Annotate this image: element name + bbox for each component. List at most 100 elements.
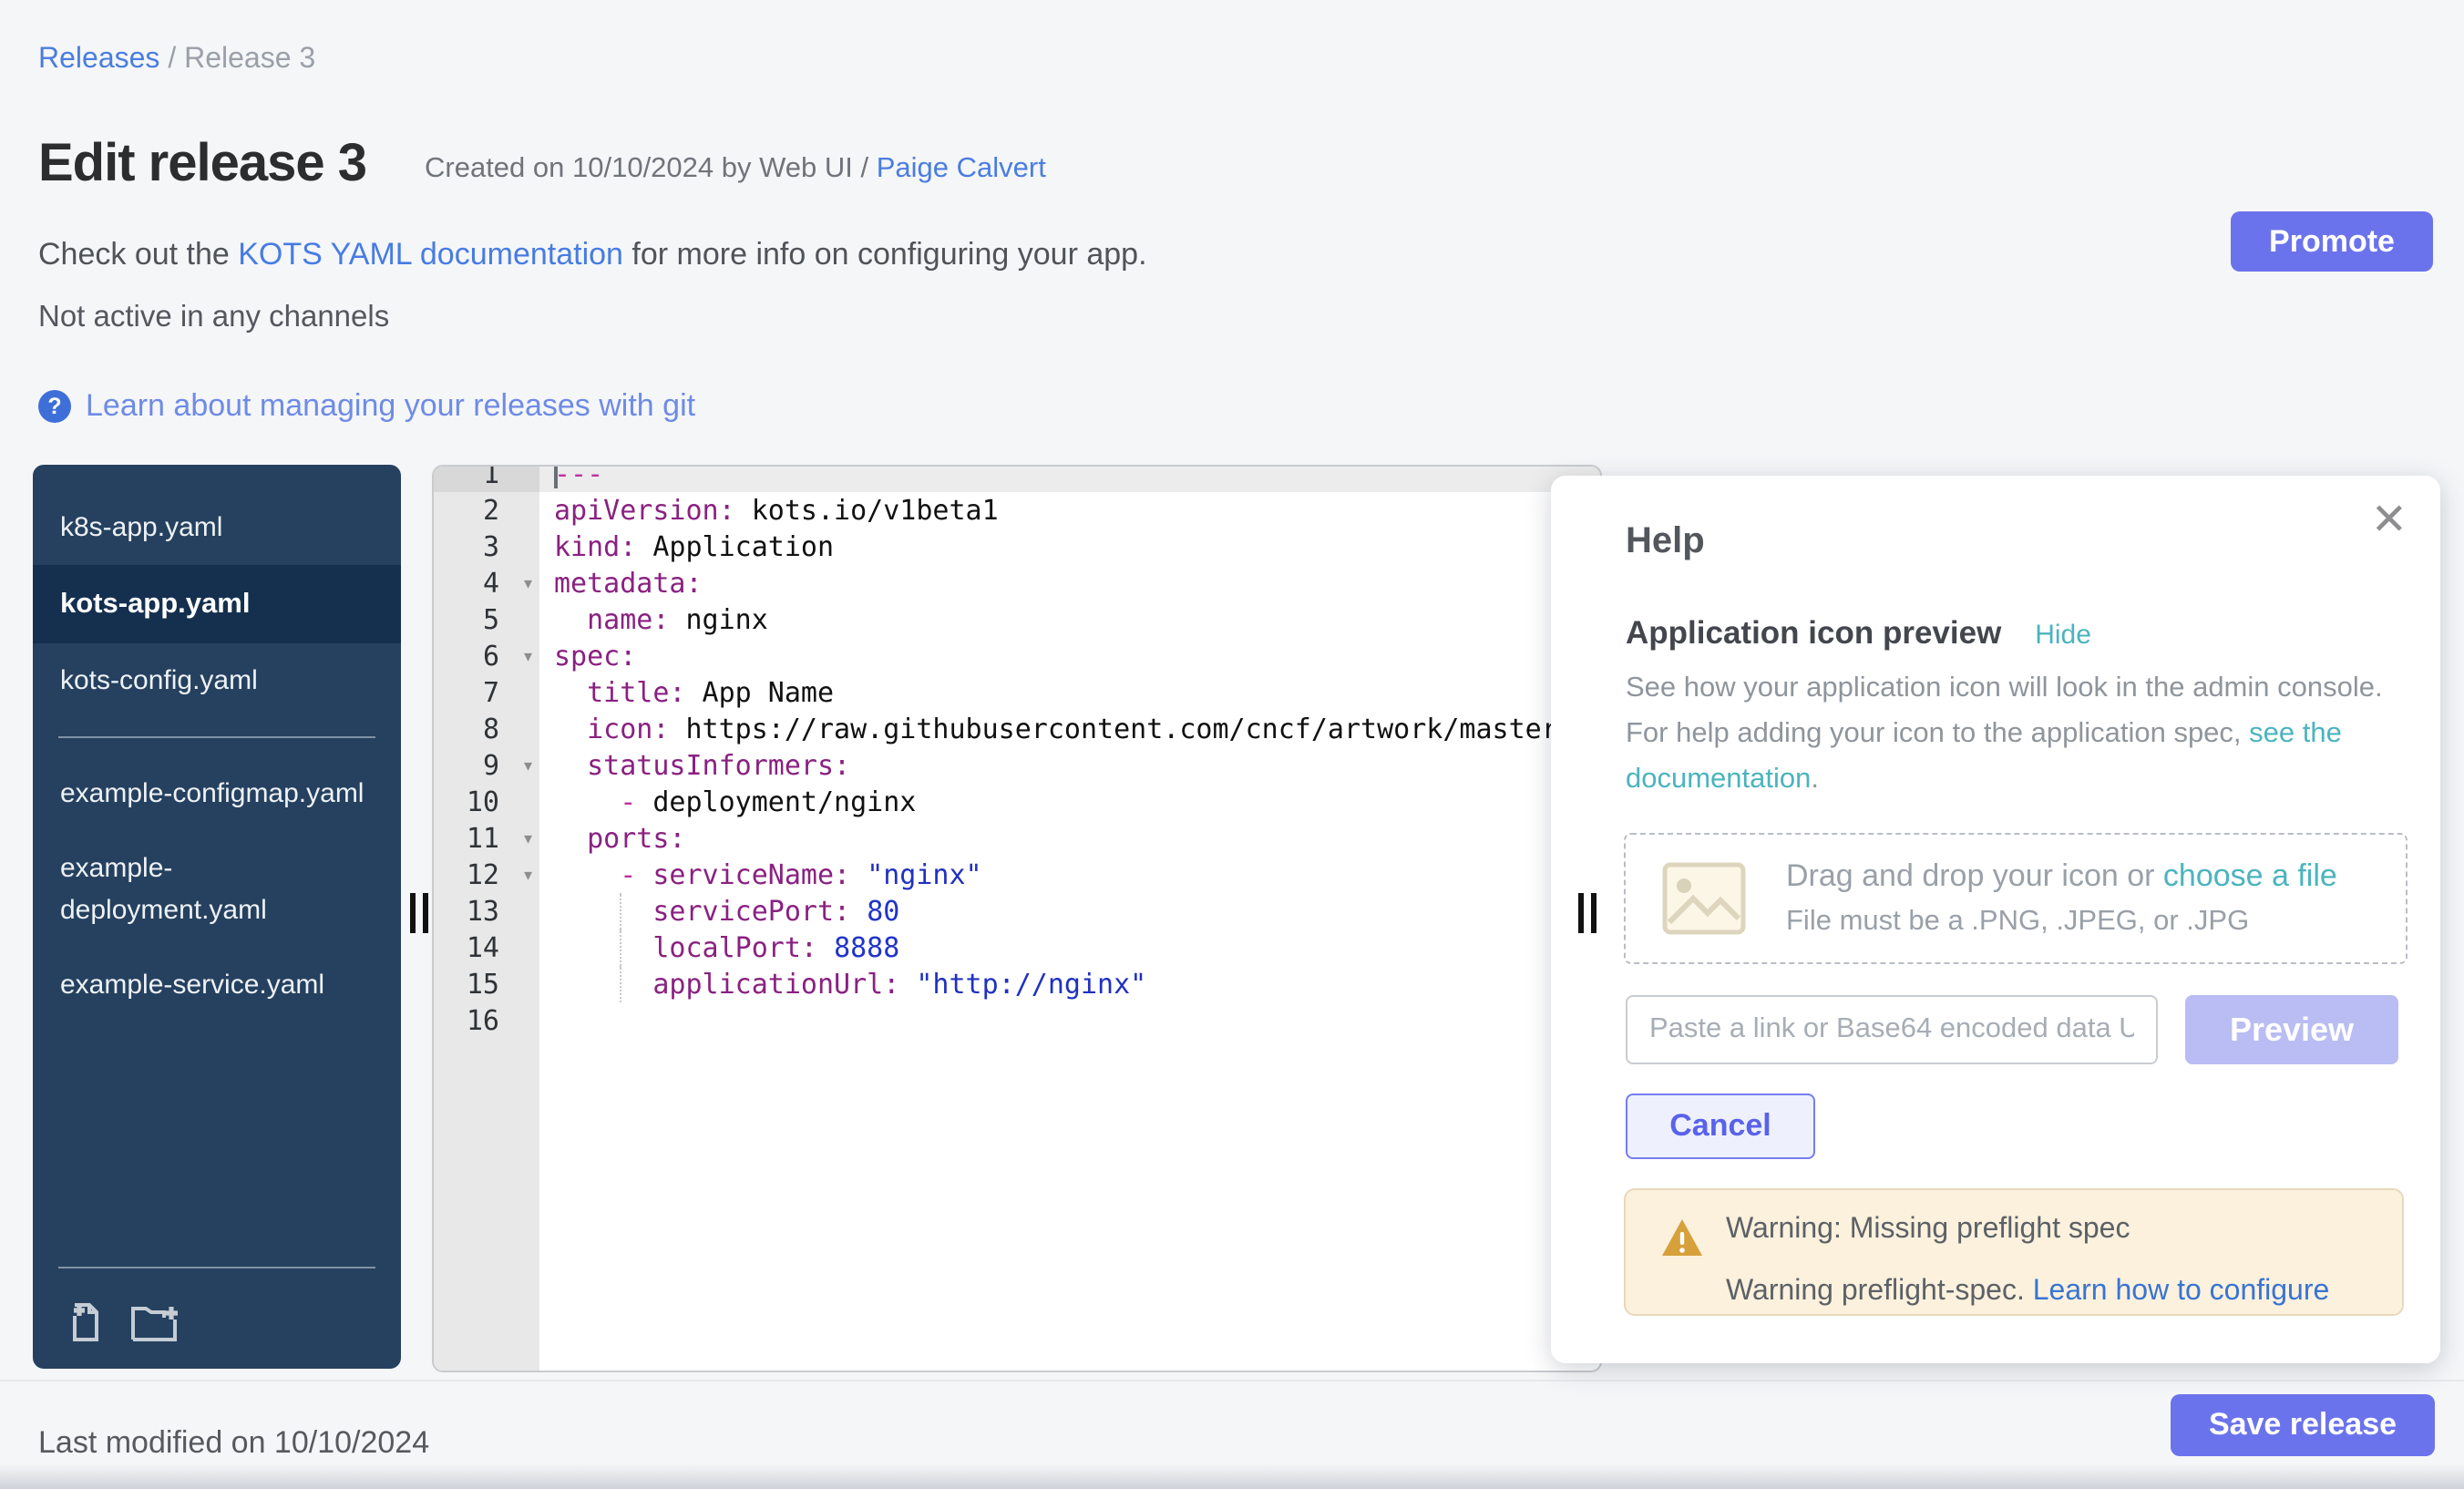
file-item[interactable]: example-deployment.yaml: [33, 831, 401, 948]
image-placeholder-icon: [1662, 862, 1746, 935]
code-line[interactable]: statusInformers:: [539, 747, 1600, 784]
description-period: .: [1811, 764, 1819, 795]
file-item[interactable]: kots-app.yaml: [33, 565, 401, 643]
file-item[interactable]: k8s-app.yaml: [33, 490, 401, 565]
fold-arrow-icon[interactable]: ▾: [524, 857, 532, 893]
git-help-row[interactable]: ? Learn about managing your releases wit…: [38, 388, 695, 425]
choose-file-link[interactable]: choose a file: [2163, 858, 2337, 893]
code-line[interactable]: localPort: 8888: [539, 929, 1600, 966]
page-title: Edit release 3: [38, 135, 366, 195]
close-icon[interactable]: ✕: [2371, 494, 2408, 545]
code-token: name:: [587, 603, 669, 636]
file-sidebar: k8s-app.yamlkots-app.yamlkots-config.yam…: [33, 465, 401, 1369]
icon-preview-section-title: Application icon preview: [1626, 614, 2001, 651]
author-link[interactable]: Paige Calvert: [877, 153, 1046, 184]
code-line[interactable]: name: nginx: [539, 601, 1600, 638]
code-token: -: [620, 786, 652, 818]
code-token: [554, 713, 587, 745]
code-token: title:: [587, 676, 685, 709]
save-release-button[interactable]: Save release: [2171, 1394, 2435, 1456]
code-token: [554, 858, 620, 891]
preview-button[interactable]: Preview: [2185, 995, 2398, 1064]
code-line[interactable]: apiVersion: kots.io/v1beta1: [539, 492, 1600, 529]
yaml-editor[interactable]: 1234▾56▾789▾1011▾12▾13141516 ---apiVersi…: [432, 465, 1602, 1372]
code-line[interactable]: ---: [539, 465, 1600, 492]
icon-preview-description: See how your application icon will look …: [1626, 665, 2417, 802]
code-token: statusInformers:: [587, 749, 850, 782]
breadcrumb-releases-link[interactable]: Releases: [38, 44, 159, 75]
gutter-line-number: 16: [434, 1002, 539, 1039]
code-line[interactable]: ports:: [539, 820, 1600, 857]
hide-link[interactable]: Hide: [2035, 620, 2091, 651]
gutter-line-number: 3: [434, 529, 539, 565]
gutter-line-number: 10: [434, 784, 539, 820]
fold-arrow-icon[interactable]: ▾: [524, 820, 532, 857]
code-line[interactable]: - deployment/nginx: [539, 784, 1600, 820]
code-token: ---: [554, 465, 603, 490]
code-token: 80: [867, 895, 899, 928]
code-token: kind:: [554, 530, 636, 563]
code-line[interactable]: kind: Application: [539, 529, 1600, 565]
help-panel-title: Help: [1626, 521, 1705, 563]
dropzone-text: Drag and drop your icon or choose a file: [1786, 858, 2337, 895]
indent-guide: [620, 893, 621, 929]
gutter-line-number: 2: [434, 492, 539, 529]
question-mark-icon: ?: [38, 390, 71, 423]
code-token: serviceName:: [652, 858, 850, 891]
code-line[interactable]: applicationUrl: "http://nginx": [539, 966, 1600, 1002]
add-folder-icon[interactable]: [129, 1303, 180, 1343]
code-token: [554, 786, 620, 818]
code-token: [554, 676, 587, 709]
code-token: [554, 749, 587, 782]
file-item[interactable]: kots-config.yaml: [33, 643, 401, 718]
icon-dropzone[interactable]: Drag and drop your icon or choose a file…: [1624, 833, 2408, 964]
learn-configure-link[interactable]: Learn how to configure: [2033, 1276, 2330, 1307]
fold-arrow-icon[interactable]: ▾: [524, 638, 532, 674]
code-token: "nginx": [867, 858, 981, 891]
dropzone-file-rule: File must be a .PNG, .JPEG, or .JPG: [1786, 906, 2337, 939]
code-token: App Name: [686, 676, 835, 709]
gutter-line-number: 12▾: [434, 857, 539, 893]
fold-arrow-icon[interactable]: ▾: [524, 747, 532, 784]
file-item[interactable]: example-configmap.yaml: [33, 756, 401, 831]
last-modified-text: Last modified on 10/10/2024: [38, 1425, 429, 1462]
code-line[interactable]: title: App Name: [539, 674, 1600, 711]
code-line[interactable]: spec:: [539, 638, 1600, 674]
kots-yaml-doc-link[interactable]: KOTS YAML documentation: [238, 237, 623, 272]
code-token: [554, 822, 587, 855]
code-token: applicationUrl:: [652, 968, 899, 1001]
warning-triangle-icon: [1660, 1217, 1704, 1258]
code-line[interactable]: metadata:: [539, 565, 1600, 601]
git-help-link[interactable]: Learn about managing your releases with …: [86, 388, 695, 425]
icon-url-input[interactable]: [1626, 995, 2158, 1064]
cancel-button[interactable]: Cancel: [1626, 1094, 1815, 1159]
add-file-icon[interactable]: [66, 1303, 108, 1343]
code-line[interactable]: icon: https://raw.githubusercontent.com/…: [539, 711, 1600, 747]
code-line[interactable]: - serviceName: "nginx": [539, 857, 1600, 893]
code-token: spec:: [554, 640, 636, 673]
gutter-line-number: 7: [434, 674, 539, 711]
code-token: [554, 968, 652, 1001]
channel-status: Not active in any channels: [38, 301, 389, 335]
sidebar-bottom: [33, 1248, 401, 1369]
gutter-line-number: 15: [434, 966, 539, 1002]
breadcrumb-current: Release 3: [184, 44, 315, 75]
promote-button[interactable]: Promote: [2231, 211, 2433, 272]
code-token: https://raw.githubusercontent.com/cncf/a…: [669, 713, 1574, 745]
page: Releases / Release 3 Edit release 3 Crea…: [0, 0, 2464, 1489]
created-info: Created on 10/10/2024 by Web UI / Paige …: [425, 153, 1046, 186]
warning-detail-text: Warning preflight-spec.: [1726, 1276, 2033, 1307]
file-item[interactable]: example-service.yaml: [33, 948, 401, 1022]
code-line[interactable]: [539, 1002, 1600, 1039]
breadcrumb: Releases / Release 3: [38, 44, 315, 77]
code-token: [554, 931, 652, 964]
gutter-line-number: 8: [434, 711, 539, 747]
code-token: servicePort:: [652, 895, 850, 928]
code-line[interactable]: servicePort: 80: [539, 893, 1600, 929]
gutter-line-number: 6▾: [434, 638, 539, 674]
code-token: localPort:: [652, 931, 817, 964]
sidebar-resize-handle[interactable]: [410, 893, 432, 933]
fold-arrow-icon[interactable]: ▾: [524, 565, 532, 601]
help-panel-resize-handle[interactable]: [1578, 893, 1600, 933]
code-token: [850, 895, 867, 928]
